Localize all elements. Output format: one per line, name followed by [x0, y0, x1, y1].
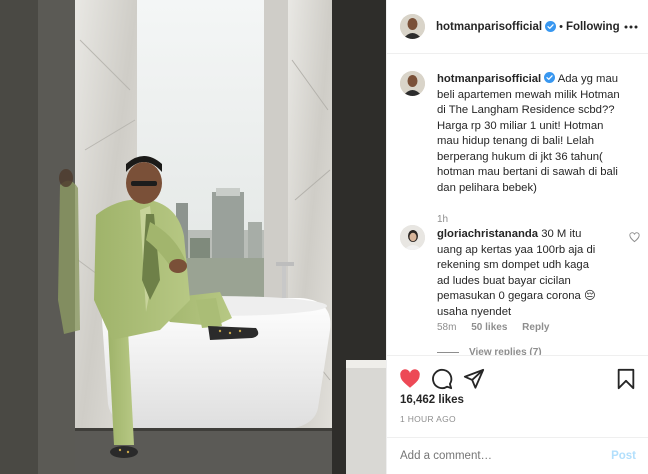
avatar-image — [400, 71, 425, 96]
post-actions: 16,462 likes 1 HOUR AGO — [387, 355, 648, 437]
post-photo-illustration — [0, 0, 386, 474]
instagram-post-modal: hotmanparisofficial • Following hotmanpa… — [0, 0, 648, 474]
caption-text-block: hotmanparisofficial Ada yg mau beli apar… — [437, 72, 642, 196]
avatar-image — [400, 225, 425, 250]
comment-meta: 58m 50 likes Reply — [437, 322, 561, 333]
add-comment-bar: Post — [387, 437, 648, 474]
comment-text-block: gloriachristananda 30 M itu uang ap kert… — [437, 227, 627, 320]
view-replies-button[interactable]: View replies (7) — [437, 347, 542, 355]
avatar[interactable] — [400, 14, 425, 39]
caption-time[interactable]: 1h — [437, 214, 448, 225]
verified-badge-icon — [544, 72, 556, 83]
post-details-panel: hotmanparisofficial • Following hotmanpa… — [386, 0, 648, 474]
comment-reply-button[interactable]: Reply — [522, 322, 549, 333]
comment-icon[interactable] — [431, 368, 453, 390]
comment-time[interactable]: 58m — [437, 322, 456, 333]
likes-count[interactable]: 16,462 likes — [400, 394, 464, 406]
comment-username[interactable]: gloriachristananda — [437, 228, 538, 240]
comment-likes[interactable]: 50 likes — [471, 322, 507, 333]
caption-avatar[interactable] — [400, 71, 425, 96]
add-comment-input[interactable] — [400, 450, 612, 462]
comments-list[interactable]: hotmanparisofficial Ada yg mau beli apar… — [387, 55, 648, 355]
caption-text: Ada yg mau beli apartemen mewah milik Ho… — [437, 73, 620, 194]
following-button[interactable]: Following — [566, 21, 620, 33]
view-replies-divider — [437, 351, 459, 353]
comment-text: 30 M itu uang ap kertas yaa 100rb aja di… — [437, 228, 596, 318]
caption-username[interactable]: hotmanparisofficial — [437, 73, 541, 85]
avatar-image — [400, 14, 425, 39]
comment-avatar[interactable] — [400, 225, 425, 250]
share-icon[interactable] — [463, 368, 485, 390]
post-timestamp: 1 HOUR AGO — [400, 414, 456, 424]
verified-badge-icon — [545, 21, 557, 32]
comment-like-heart-icon[interactable] — [629, 232, 640, 243]
post-header: hotmanparisofficial • Following — [387, 0, 648, 54]
heart-filled-icon[interactable] — [399, 368, 421, 390]
bookmark-icon[interactable] — [615, 368, 637, 390]
view-replies-label: View replies (7) — [469, 347, 542, 355]
post-photo[interactable] — [0, 0, 386, 474]
more-options-icon[interactable] — [623, 19, 639, 35]
header-username[interactable]: hotmanparisofficial — [436, 21, 542, 33]
post-comment-button[interactable]: Post — [611, 450, 636, 462]
header-separator: • — [559, 20, 563, 33]
